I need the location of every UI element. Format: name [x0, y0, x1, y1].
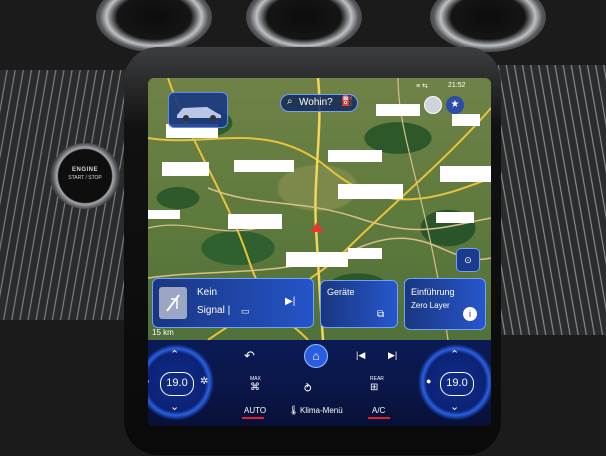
favorites-star-icon[interactable]: ★	[446, 96, 464, 114]
car-icon	[177, 107, 221, 121]
auto-climate-button[interactable]: AUTO	[244, 406, 266, 415]
left-temp-up-chevron-icon[interactable]: ⌃	[170, 348, 179, 361]
right-temperature-dial[interactable]: ⌃ 19.0 ⌄ ●	[418, 344, 491, 420]
current-location-arrow	[311, 222, 323, 232]
no-signal-icon	[159, 287, 187, 319]
previous-track-button[interactable]: |◀	[356, 350, 365, 361]
fuel-station-icon: ⛽	[341, 96, 354, 107]
max-defrost-icon[interactable]: ⌘	[250, 382, 260, 393]
devices-tile[interactable]: Geräte ⧉	[320, 280, 398, 328]
climate-dock: ⌃ 19.0 ⌄ ● ✲ ⌃ 19.0 ⌄ ● ↶ ⌂ |◀ ▶| MAX ⌘ …	[148, 340, 491, 426]
map-view-toggle-button[interactable]: ⊙	[456, 248, 480, 272]
redacted-label	[148, 210, 180, 219]
radio-source-icon: ▭	[241, 306, 250, 316]
map-scale: 15 km	[152, 328, 174, 337]
redacted-label	[234, 160, 294, 172]
right-air-vent	[430, 0, 546, 52]
engine-button-sublabel: START / STOP	[68, 175, 102, 181]
thermometer-icon: 🌡	[288, 405, 300, 415]
next-track-button[interactable]: ▶|	[285, 296, 295, 307]
info-icon: i	[463, 307, 477, 321]
climate-menu-button[interactable]: Klima-Menü	[300, 406, 343, 415]
redacted-label	[452, 114, 480, 126]
right-temp-down-chevron-icon[interactable]: ⌄	[450, 400, 459, 413]
center-air-vent	[246, 0, 362, 52]
auto-active-indicator	[242, 417, 264, 419]
left-temperature: 19.0	[160, 372, 194, 396]
engine-button-label: ENGINE	[71, 167, 98, 173]
next-track-control-button[interactable]: ▶|	[388, 350, 397, 361]
seat-heat-icon[interactable]: ●	[148, 376, 149, 386]
rear-defrost-icon[interactable]: ⊞	[370, 382, 378, 393]
back-arrow-icon[interactable]: ↶	[244, 348, 255, 364]
navigation-map[interactable]: ⌕ Wohin? ⛽ ≡ ⇆ 21:52 ★ ⊙ 15 km Kein Sign…	[148, 78, 491, 340]
intro-subtitle: Zero Layer	[411, 301, 450, 310]
redacted-label	[440, 166, 491, 182]
intro-title: Einführung	[411, 287, 455, 297]
redacted-label	[376, 104, 420, 116]
status-icons: ≡ ⇆	[416, 83, 428, 90]
ac-active-indicator	[368, 417, 390, 419]
left-temperature-dial[interactable]: ⌃ 19.0 ⌄ ● ✲	[148, 344, 214, 420]
infotainment-screen: ⌕ Wohin? ⛽ ≡ ⇆ 21:52 ★ ⊙ 15 km Kein Sign…	[148, 78, 491, 426]
destination-search-button[interactable]: ⌕ Wohin? ⛽	[280, 94, 358, 112]
vehicle-status-tile[interactable]	[168, 92, 228, 128]
ac-button[interactable]: A/C	[372, 406, 385, 415]
home-button[interactable]: ⌂	[304, 344, 328, 368]
search-label: Wohin?	[299, 97, 333, 108]
devices-title: Geräte	[327, 287, 355, 297]
intro-tile[interactable]: Einführung Zero Layer i	[404, 278, 486, 330]
left-temp-down-chevron-icon[interactable]: ⌄	[170, 400, 179, 413]
right-temperature: 19.0	[440, 372, 474, 396]
media-tile[interactable]: Kein Signal | ▭ ▶|	[152, 278, 314, 328]
redacted-label	[228, 214, 282, 229]
redacted-label	[436, 212, 474, 223]
redacted-label	[338, 184, 403, 199]
profile-avatar[interactable]	[424, 96, 442, 114]
redacted-label	[328, 150, 382, 162]
redacted-label	[286, 252, 348, 267]
search-icon: ⌕	[287, 96, 293, 107]
devices-icon: ⧉	[377, 309, 385, 320]
engine-start-stop-button[interactable]: ENGINE START / STOP	[50, 143, 120, 209]
seat-heat-right-icon[interactable]: ●	[426, 376, 431, 386]
right-temp-up-chevron-icon[interactable]: ⌃	[450, 348, 459, 361]
media-subtitle: Signal |	[197, 305, 231, 316]
fan-icon[interactable]: ✲	[200, 376, 208, 387]
redacted-label	[348, 248, 382, 259]
clock: 21:52	[448, 82, 466, 89]
redacted-label	[162, 162, 209, 176]
media-title: Kein	[197, 287, 218, 298]
air-recirculation-icon[interactable]: ⥁	[304, 382, 312, 395]
left-air-vent	[96, 0, 212, 52]
right-wood-trim	[498, 65, 606, 335]
